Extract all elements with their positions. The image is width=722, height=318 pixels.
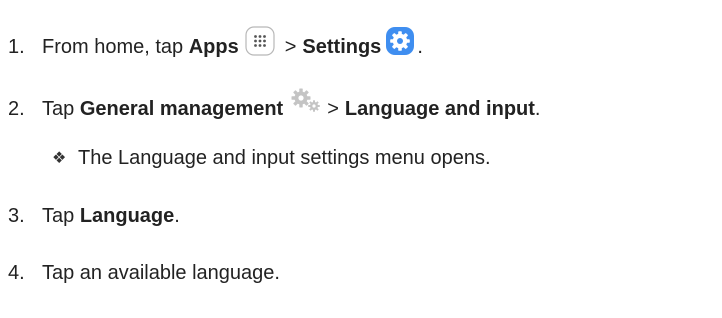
- settings-gear-icon: [385, 26, 415, 56]
- general-management-label: General management: [79, 98, 284, 120]
- separator: >: [284, 36, 297, 58]
- step-text: Tap an available language.: [42, 262, 280, 284]
- apps-label: Apps: [188, 36, 239, 58]
- bullet-text: The Language and input settings menu ope…: [78, 147, 491, 169]
- step-4: 4. Tap an available language.: [8, 261, 280, 285]
- result-bullet: ❖ The Language and input settings menu o…: [52, 146, 491, 170]
- step-2: 2. Tap General management > Language and…: [8, 88, 541, 123]
- step-text: From home, tap: [42, 36, 189, 58]
- diamond-bullet-icon: ❖: [52, 148, 67, 167]
- step-number: 2.: [8, 98, 25, 120]
- step-text: Tap: [42, 98, 80, 120]
- step-end: .: [417, 36, 423, 58]
- step-3: 3. Tap Language .: [8, 204, 180, 228]
- apps-grid-icon: [245, 26, 275, 56]
- step-number: 4.: [8, 262, 25, 284]
- step-end: .: [174, 205, 180, 227]
- language-and-input-label: Language and input: [344, 98, 535, 120]
- language-label: Language: [79, 205, 175, 227]
- step-number: 3.: [8, 205, 25, 227]
- step-number: 1.: [8, 36, 25, 58]
- step-end: .: [534, 98, 541, 120]
- step-text: Tap: [42, 205, 80, 227]
- separator: >: [327, 98, 339, 120]
- settings-label: Settings: [302, 36, 382, 58]
- step-1: 1. From home, tap Apps > Settings .: [8, 26, 423, 62]
- general-management-gears-icon: [289, 87, 323, 115]
